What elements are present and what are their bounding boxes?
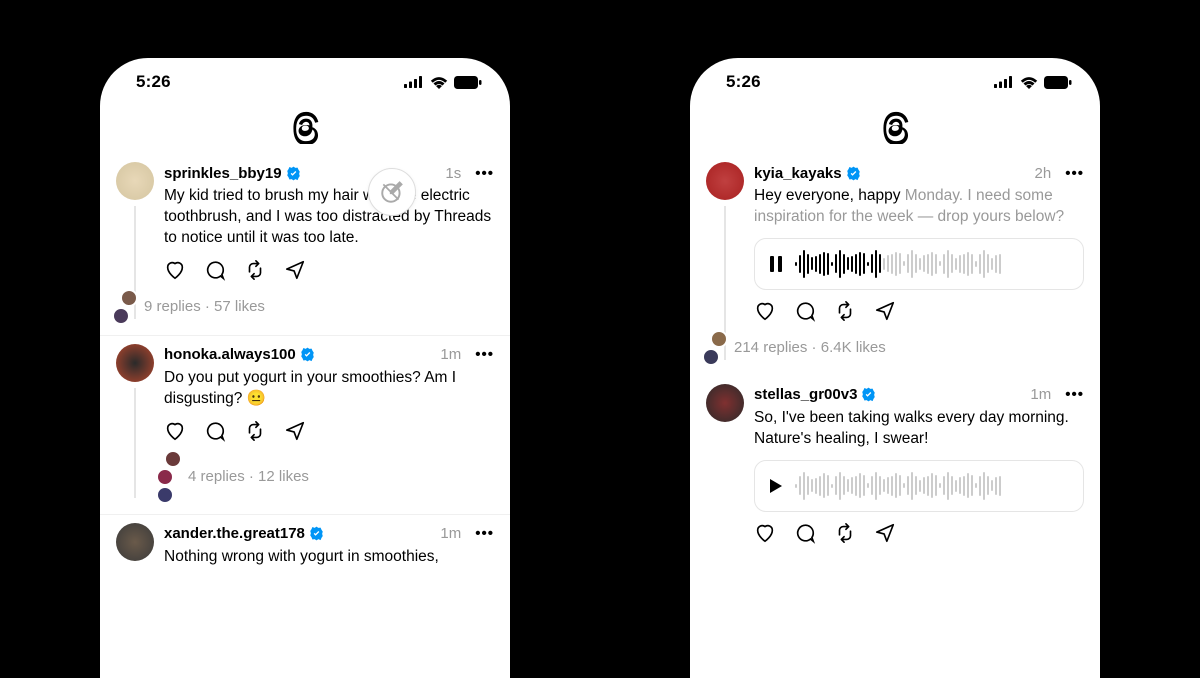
username[interactable]: stellas_gr00v3: [754, 386, 857, 403]
cellular-icon: [404, 76, 424, 88]
status-time: 5:26: [136, 72, 171, 92]
reply-avatars: [120, 289, 138, 325]
post[interactable]: sprinkles_bby19 1s ••• My kid tried to b…: [100, 154, 510, 336]
post-text: Hey everyone, happy Monday. I need some …: [754, 186, 1084, 228]
post-actions: [164, 259, 494, 281]
verified-badge-icon: [300, 347, 315, 362]
repost-icon[interactable]: [244, 420, 266, 442]
battery-icon: [454, 76, 482, 89]
verified-badge-icon: [846, 166, 861, 181]
verified-badge-icon: [861, 387, 876, 402]
verified-badge-icon: [309, 526, 324, 541]
timestamp: 1s: [445, 165, 461, 182]
timestamp: 1m: [1030, 386, 1051, 403]
app-header: [690, 98, 1100, 154]
wifi-icon: [430, 76, 448, 89]
post-text: Do you put yogurt in your smoothies? Am …: [164, 368, 494, 410]
post-actions: [754, 522, 1084, 544]
comment-icon[interactable]: [204, 259, 226, 281]
wifi-icon: [1020, 76, 1038, 89]
repost-icon[interactable]: [244, 259, 266, 281]
status-bar: 5:26: [690, 58, 1100, 98]
avatar[interactable]: [116, 344, 154, 382]
share-icon[interactable]: [874, 522, 896, 544]
edit-circle-icon: [379, 179, 405, 205]
verified-badge-icon: [286, 166, 301, 181]
feed: kyia_kayaks 2h ••• Hey everyone, happy M…: [690, 154, 1100, 554]
post-actions: [754, 300, 1084, 322]
battery-icon: [1044, 76, 1072, 89]
pause-icon[interactable]: [769, 256, 783, 272]
post[interactable]: xander.the.great178 1m ••• Nothing wrong…: [100, 515, 510, 578]
like-icon[interactable]: [164, 259, 186, 281]
post[interactable]: kyia_kayaks 2h ••• Hey everyone, happy M…: [690, 154, 1100, 376]
like-icon[interactable]: [164, 420, 186, 442]
post-stats[interactable]: 9 replies · 57 likes: [120, 289, 494, 325]
avatar[interactable]: [706, 162, 744, 200]
reply-avatars: [164, 450, 182, 504]
username[interactable]: sprinkles_bby19: [164, 165, 282, 182]
status-bar: 5:26: [100, 58, 510, 98]
share-icon[interactable]: [284, 420, 306, 442]
comment-icon[interactable]: [204, 420, 226, 442]
compose-floating-button[interactable]: [368, 168, 416, 216]
repost-icon[interactable]: [834, 522, 856, 544]
phone-left: 5:26 sprinkles_bby19 1s •••: [100, 58, 510, 678]
post[interactable]: stellas_gr00v3 1m ••• So, I've been taki…: [690, 376, 1100, 554]
username[interactable]: honoka.always100: [164, 346, 296, 363]
timestamp: 2h: [1035, 165, 1052, 182]
more-button[interactable]: •••: [1065, 387, 1084, 402]
avatar[interactable]: [706, 384, 744, 422]
status-time: 5:26: [726, 72, 761, 92]
post-stats[interactable]: 214 replies · 6.4K likes: [710, 330, 1084, 366]
comment-icon[interactable]: [794, 522, 816, 544]
more-button[interactable]: •••: [475, 347, 494, 362]
repost-icon[interactable]: [834, 300, 856, 322]
threads-logo-icon: [289, 108, 321, 144]
post-stats[interactable]: 4 replies · 12 likes: [164, 450, 494, 504]
voice-note[interactable]: [754, 460, 1084, 512]
status-icons: [994, 76, 1072, 89]
post-text: My kid tried to brush my hair with the e…: [164, 186, 494, 249]
cellular-icon: [994, 76, 1014, 88]
status-icons: [404, 76, 482, 89]
thread-line: [134, 388, 136, 498]
more-button[interactable]: •••: [475, 526, 494, 541]
post-text: So, I've been taking walks every day mor…: [754, 408, 1084, 450]
threads-logo-icon: [879, 108, 911, 144]
comment-icon[interactable]: [794, 300, 816, 322]
waveform: [795, 471, 1069, 501]
username[interactable]: kyia_kayaks: [754, 165, 842, 182]
phone-right: 5:26 kyia_kayaks 2h ••• Hey: [690, 58, 1100, 678]
timestamp: 1m: [440, 346, 461, 363]
play-icon[interactable]: [769, 478, 783, 494]
avatar[interactable]: [116, 523, 154, 561]
post-actions: [164, 420, 494, 442]
timestamp: 1m: [440, 525, 461, 542]
app-header: [100, 98, 510, 154]
like-icon[interactable]: [754, 300, 776, 322]
more-button[interactable]: •••: [475, 166, 494, 181]
like-icon[interactable]: [754, 522, 776, 544]
post-text: Nothing wrong with yogurt in smoothies,: [164, 547, 494, 568]
voice-note[interactable]: [754, 238, 1084, 290]
username[interactable]: xander.the.great178: [164, 525, 305, 542]
post[interactable]: honoka.always100 1m ••• Do you put yogur…: [100, 336, 510, 515]
waveform: [795, 249, 1069, 279]
share-icon[interactable]: [874, 300, 896, 322]
feed: sprinkles_bby19 1s ••• My kid tried to b…: [100, 154, 510, 578]
more-button[interactable]: •••: [1065, 166, 1084, 181]
avatar[interactable]: [116, 162, 154, 200]
reply-avatars: [710, 330, 728, 366]
share-icon[interactable]: [284, 259, 306, 281]
